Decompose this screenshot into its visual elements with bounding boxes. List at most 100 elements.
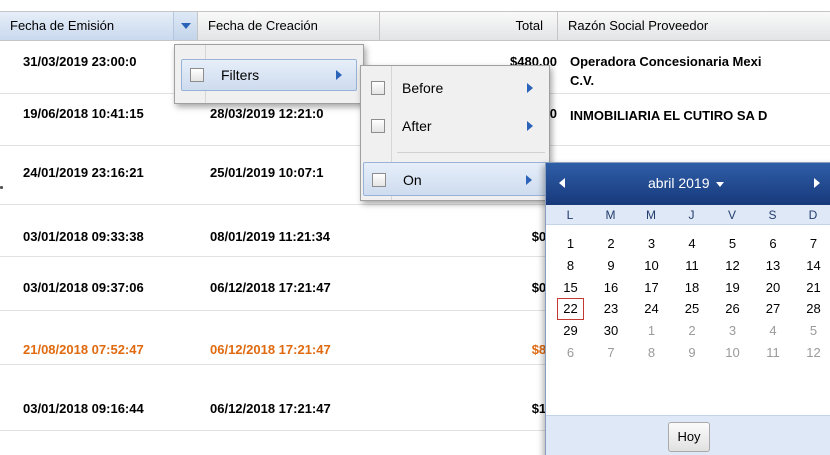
menu-item-label: After (402, 118, 432, 134)
day-cell[interactable]: 8 (557, 255, 584, 277)
day-cell[interactable]: 15 (557, 277, 584, 299)
prev-month-button[interactable] (554, 173, 574, 193)
month-year-label: abril 2019 (648, 175, 710, 191)
day-cell[interactable]: 10 (719, 342, 746, 364)
day-cell[interactable]: 12 (800, 342, 827, 364)
triangle-right-icon (526, 175, 532, 185)
day-cell[interactable]: 1 (638, 320, 665, 342)
menu-item-label: Before (402, 80, 444, 96)
day-cell[interactable]: 11 (760, 342, 787, 364)
weekday-label: J (688, 208, 695, 222)
checkbox-icon[interactable] (371, 81, 385, 95)
month-year-button[interactable]: abril 2019 (648, 175, 724, 191)
day-cell[interactable]: 3 (638, 233, 665, 255)
checkbox-icon[interactable] (372, 173, 386, 187)
grid-header: Fecha de Emisión Fecha de Creación Total… (0, 11, 830, 41)
cell-fecha-emision: 31/03/2019 23:00:0 (23, 54, 137, 69)
menu-separator (397, 152, 545, 153)
cell-fecha-creacion: 06/12/2018 17:21:47 (210, 342, 331, 357)
day-cell[interactable]: 11 (679, 255, 706, 277)
chevron-down-icon (715, 181, 724, 187)
cell-proveedor-line1: Operadora Concesionaria Mexi (570, 54, 762, 69)
column-header-razon-social[interactable]: Razón Social Proveedor (558, 12, 830, 40)
day-cell[interactable]: 29 (557, 320, 584, 342)
day-cell[interactable]: 8 (638, 342, 665, 364)
weekday-label: M (605, 208, 616, 222)
cell-fecha-emision: 21/08/2018 07:52:47 (23, 342, 144, 357)
day-cell[interactable]: 17 (638, 277, 665, 299)
menu-item-filters[interactable]: Filters (181, 59, 357, 91)
cell-fecha-creacion: 25/01/2019 10:07:1 (210, 165, 324, 180)
cell-fecha-emision: 03/01/2018 09:33:38 (23, 229, 144, 244)
day-cell[interactable]: 24 (638, 298, 665, 320)
date-picker-header: abril 2019 (546, 163, 830, 205)
cell-fecha-creacion: 28/03/2019 12:21:0 (210, 106, 324, 121)
day-cell[interactable]: 20 (760, 277, 787, 299)
day-cell[interactable]: 14 (800, 255, 827, 277)
menu-item-after[interactable]: After (363, 109, 547, 143)
date-picker: abril 2019 LMMJVSD 1 2 3 4 5 6 7 8 9 10 11 12 13 14 15… (545, 162, 830, 455)
day-cell[interactable]: 2 (598, 233, 625, 255)
day-cell[interactable]: 6 (557, 342, 584, 364)
day-cell[interactable]: 7 (800, 233, 827, 255)
day-cell[interactable]: 12 (719, 255, 746, 277)
day-cell-today[interactable]: 22 (557, 298, 584, 321)
checkbox-icon[interactable] (371, 119, 385, 133)
triangle-right-icon (814, 178, 820, 188)
triangle-right-icon (336, 70, 342, 80)
menu-item-label: Filters (221, 67, 260, 83)
day-cell[interactable]: 4 (679, 233, 706, 255)
next-month-button[interactable] (806, 173, 826, 193)
cell-proveedor: Operadora Concesionaria Mexi C.V. (570, 52, 761, 90)
day-cell[interactable]: 28 (800, 298, 827, 320)
day-cell[interactable]: 23 (598, 298, 625, 320)
column-header-label: Fecha de Emisión (10, 18, 115, 33)
menu-item-label: On (403, 172, 422, 188)
day-cell[interactable]: 1 (557, 233, 584, 255)
day-cell[interactable]: 13 (760, 255, 787, 277)
triangle-right-icon (527, 121, 533, 131)
cell-fecha-creacion: 06/12/2018 17:21:47 (210, 280, 331, 295)
date-picker-footer: Hoy (546, 415, 830, 455)
day-cell[interactable]: 26 (719, 298, 746, 320)
filter-submenu: Before After On (360, 65, 550, 201)
column-header-label: Razón Social Proveedor (568, 18, 709, 33)
weekday-label: V (727, 208, 736, 222)
column-header-label: Total (515, 18, 543, 33)
day-cell[interactable]: 27 (760, 298, 787, 320)
menu-item-on[interactable]: On (363, 162, 547, 196)
day-cell[interactable]: 3 (719, 320, 746, 342)
cell-proveedor-line2: C.V. (570, 73, 595, 88)
row-edge-marker (0, 186, 3, 189)
column-header-fecha-creacion[interactable]: Fecha de Creación (198, 12, 380, 40)
day-cell[interactable]: 9 (598, 255, 625, 277)
day-cell[interactable]: 4 (760, 320, 787, 342)
day-cell[interactable]: 18 (679, 277, 706, 299)
column-menu: Filters (174, 44, 364, 104)
cell-fecha-emision: 19/06/2018 10:41:15 (23, 106, 144, 121)
column-header-total[interactable]: Total (380, 12, 558, 40)
cell-total: 0 (549, 106, 557, 121)
day-cell[interactable]: 21 (800, 277, 827, 299)
weekday-label: D (808, 208, 818, 222)
day-cell[interactable]: 30 (598, 320, 625, 342)
day-cell[interactable]: 6 (760, 233, 787, 255)
cell-fecha-emision: 03/01/2018 09:16:44 (23, 401, 144, 416)
day-cell[interactable]: 9 (679, 342, 706, 364)
day-cell[interactable]: 2 (679, 320, 706, 342)
cell-proveedor: INMOBILIARIA EL CUTIRO SA D (570, 108, 768, 123)
today-button[interactable]: Hoy (668, 422, 710, 452)
day-cell[interactable]: 19 (719, 277, 746, 299)
day-cell[interactable]: 5 (800, 320, 827, 342)
checkbox-icon[interactable] (190, 68, 204, 82)
column-header-fecha-emision[interactable]: Fecha de Emisión (0, 12, 198, 40)
day-cell[interactable]: 5 (719, 233, 746, 255)
column-menu-trigger[interactable] (173, 12, 197, 40)
weekday-label: M (646, 208, 656, 222)
day-cell[interactable]: 16 (598, 277, 625, 299)
day-cell[interactable]: 25 (679, 298, 706, 320)
cell-fecha-creacion: 08/01/2019 11:21:34 (210, 229, 330, 244)
menu-item-before[interactable]: Before (363, 71, 547, 105)
day-cell[interactable]: 7 (598, 342, 625, 364)
day-cell[interactable]: 10 (638, 255, 665, 277)
